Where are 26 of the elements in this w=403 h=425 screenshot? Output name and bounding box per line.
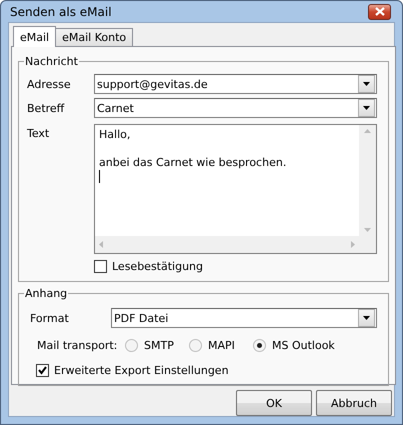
group-title: Nachricht (24, 55, 79, 68)
combo-box[interactable]: PDF Datei (111, 308, 377, 328)
radio-button[interactable]: MAPI (189, 338, 253, 352)
text-area[interactable]: Hallo, anbei das Carnet wie besprochen. (94, 124, 377, 254)
dialog-button[interactable]: OK (236, 390, 312, 416)
field-label: Mail transport: (37, 338, 118, 352)
dialog-button[interactable]: Abbruch (316, 390, 392, 416)
field-label: Betreff (27, 102, 66, 114)
field-label: Adresse (27, 78, 72, 90)
checkbox-label: Erweiterte Export Einstellungen (54, 364, 229, 377)
tab[interactable]: eMail Konto (55, 28, 134, 46)
group-title: Anhang (24, 287, 68, 300)
field-label: Text (27, 126, 50, 142)
close-icon (374, 7, 384, 16)
checkbox[interactable] (94, 260, 107, 273)
checkbox[interactable] (36, 364, 49, 377)
field-label: Format (30, 312, 70, 324)
combo-box[interactable]: Carnet (94, 98, 377, 118)
text-cursor (99, 170, 100, 183)
radio-button[interactable]: SMTP (125, 338, 189, 352)
combo-box[interactable]: support@gevitas.de (94, 74, 377, 94)
tab[interactable]: eMail (13, 26, 56, 47)
checkbox-label: Lesebestätigung (112, 260, 204, 273)
window-title: Senden als eMail (9, 4, 112, 18)
radio-button[interactable]: MS Outlook (253, 338, 335, 352)
close-button[interactable] (368, 4, 391, 20)
